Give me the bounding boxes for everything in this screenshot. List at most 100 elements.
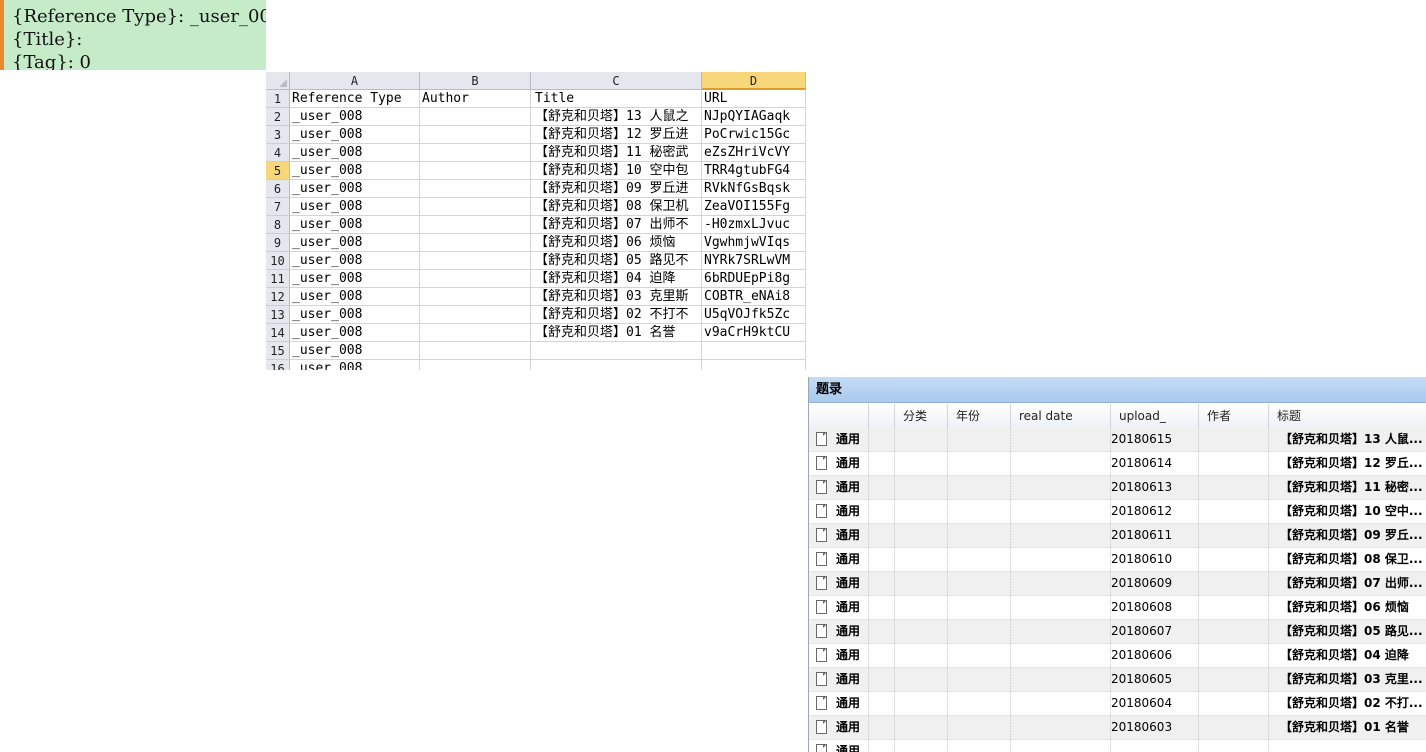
cell-reference-type[interactable]: _user_008 bbox=[290, 306, 420, 324]
cell-title[interactable]: 【舒克和贝塔】02 不打不 bbox=[531, 306, 702, 324]
cell-url[interactable]: ZeaVOI155Fg bbox=[702, 198, 806, 216]
cell-url[interactable]: 6bRDUEpPi8g bbox=[702, 270, 806, 288]
cell-author[interactable] bbox=[420, 306, 531, 324]
reference-row[interactable]: 通用 20180604 【舒克和贝塔】02 不打... bbox=[809, 692, 1426, 716]
cell-reference-type[interactable]: _user_008 bbox=[290, 216, 420, 234]
reference-row[interactable]: 通用 bbox=[809, 740, 1426, 752]
column-header-b[interactable]: B bbox=[420, 72, 531, 90]
reference-row[interactable]: 通用 20180615 【舒克和贝塔】13 人鼠... bbox=[809, 428, 1426, 452]
cell-reference-type[interactable]: _user_008 bbox=[290, 180, 420, 198]
reference-row[interactable]: 通用 20180614 【舒克和贝塔】12 罗丘... bbox=[809, 452, 1426, 476]
cell-reference-type[interactable]: _user_008 bbox=[290, 342, 420, 360]
reference-row[interactable]: 通用 20180606 【舒克和贝塔】04 迫降 bbox=[809, 644, 1426, 668]
cell-url[interactable]: VgwhmjwVIqs bbox=[702, 234, 806, 252]
row-number[interactable]: 10 bbox=[266, 252, 290, 270]
cell-url[interactable]: NYRk7SRLwVM bbox=[702, 252, 806, 270]
header-title[interactable]: 标题 bbox=[1269, 404, 1426, 428]
spreadsheet-grid[interactable]: A B C D 1 Reference Type Author Title UR… bbox=[266, 72, 806, 370]
cell-author[interactable] bbox=[420, 126, 531, 144]
row-number[interactable]: 8 bbox=[266, 216, 290, 234]
cell-reference-type[interactable]: _user_008 bbox=[290, 270, 420, 288]
reference-row[interactable]: 通用 20180607 【舒克和贝塔】05 路见... bbox=[809, 620, 1426, 644]
header-type[interactable] bbox=[809, 404, 869, 428]
cell-author[interactable] bbox=[420, 360, 531, 370]
cell-title[interactable] bbox=[531, 360, 702, 370]
cell-title[interactable]: 【舒克和贝塔】06 烦恼 bbox=[531, 234, 702, 252]
reference-row[interactable]: 通用 20180613 【舒克和贝塔】11 秘密... bbox=[809, 476, 1426, 500]
cell-author[interactable] bbox=[420, 342, 531, 360]
header-real-date[interactable]: real date bbox=[1011, 404, 1111, 428]
cell-author[interactable] bbox=[420, 144, 531, 162]
row-number[interactable]: 4 bbox=[266, 144, 290, 162]
cell-reference-type[interactable]: _user_008 bbox=[290, 144, 420, 162]
cell-title-header[interactable]: Title bbox=[531, 90, 702, 108]
row-number[interactable]: 9 bbox=[266, 234, 290, 252]
cell-reference-type[interactable]: _user_008 bbox=[290, 252, 420, 270]
cell-url[interactable]: v9aCrH9ktCU bbox=[702, 324, 806, 342]
cell-url[interactable] bbox=[702, 342, 806, 360]
column-header-d[interactable]: D bbox=[702, 72, 806, 90]
cell-author[interactable] bbox=[420, 288, 531, 306]
cell-title[interactable]: 【舒克和贝塔】08 保卫机 bbox=[531, 198, 702, 216]
reference-row[interactable]: 通用 20180603 【舒克和贝塔】01 名誉 bbox=[809, 716, 1426, 740]
header-category[interactable]: 分类 bbox=[895, 404, 948, 428]
row-number[interactable]: 1 bbox=[266, 90, 290, 108]
row-number[interactable]: 5 bbox=[266, 162, 290, 180]
reference-row[interactable]: 通用 20180609 【舒克和贝塔】07 出师... bbox=[809, 572, 1426, 596]
row-number[interactable]: 16 bbox=[266, 360, 290, 370]
cell-url[interactable]: RVkNfGsBqsk bbox=[702, 180, 806, 198]
cell-reference-type[interactable]: _user_008 bbox=[290, 360, 420, 370]
cell-title[interactable]: 【舒克和贝塔】10 空中包 bbox=[531, 162, 702, 180]
reference-row[interactable]: 通用 20180608 【舒克和贝塔】06 烦恼 bbox=[809, 596, 1426, 620]
cell-title[interactable]: 【舒克和贝塔】07 出师不 bbox=[531, 216, 702, 234]
cell-url[interactable]: eZsZHriVcVY bbox=[702, 144, 806, 162]
row-number[interactable]: 15 bbox=[266, 342, 290, 360]
row-number[interactable]: 11 bbox=[266, 270, 290, 288]
select-all-corner[interactable] bbox=[266, 72, 290, 90]
row-number[interactable]: 3 bbox=[266, 126, 290, 144]
cell-author[interactable] bbox=[420, 324, 531, 342]
cell-title[interactable]: 【舒克和贝塔】04 迫降 bbox=[531, 270, 702, 288]
cell-author[interactable] bbox=[420, 252, 531, 270]
cell-url[interactable]: PoCrwic15Gc bbox=[702, 126, 806, 144]
cell-reference-type[interactable]: _user_008 bbox=[290, 234, 420, 252]
cell-url[interactable] bbox=[702, 360, 806, 370]
reference-row[interactable]: 通用 20180611 【舒克和贝塔】09 罗丘... bbox=[809, 524, 1426, 548]
cell-title[interactable]: 【舒克和贝塔】13 人鼠之 bbox=[531, 108, 702, 126]
cell-reference-type[interactable]: _user_008 bbox=[290, 108, 420, 126]
cell-url[interactable]: -H0zmxLJvuc bbox=[702, 216, 806, 234]
cell-author[interactable] bbox=[420, 198, 531, 216]
header-upload[interactable]: upload_ bbox=[1111, 404, 1199, 428]
reference-row[interactable]: 通用 20180605 【舒克和贝塔】03 克里... bbox=[809, 668, 1426, 692]
template-text-box[interactable]: {Reference Type}: _user_008 {Title}: {Ta… bbox=[0, 0, 266, 70]
row-number[interactable]: 7 bbox=[266, 198, 290, 216]
cell-reference-type[interactable]: _user_008 bbox=[290, 198, 420, 216]
cell-title[interactable]: 【舒克和贝塔】11 秘密武 bbox=[531, 144, 702, 162]
cell-author[interactable] bbox=[420, 162, 531, 180]
cell-reference-type[interactable]: _user_008 bbox=[290, 324, 420, 342]
header-flag[interactable] bbox=[869, 404, 895, 428]
row-number[interactable]: 14 bbox=[266, 324, 290, 342]
cell-title[interactable] bbox=[531, 342, 702, 360]
cell-author[interactable] bbox=[420, 270, 531, 288]
cell-author[interactable] bbox=[420, 216, 531, 234]
row-number[interactable]: 13 bbox=[266, 306, 290, 324]
cell-title[interactable]: 【舒克和贝塔】01 名誉 bbox=[531, 324, 702, 342]
cell-reference-type-header[interactable]: Reference Type bbox=[290, 90, 420, 108]
cell-author[interactable] bbox=[420, 108, 531, 126]
header-author[interactable]: 作者 bbox=[1199, 404, 1269, 428]
column-header-a[interactable]: A bbox=[290, 72, 420, 90]
cell-url[interactable]: U5qVOJfk5Zc bbox=[702, 306, 806, 324]
cell-author[interactable] bbox=[420, 234, 531, 252]
cell-title[interactable]: 【舒克和贝塔】09 罗丘进 bbox=[531, 180, 702, 198]
cell-reference-type[interactable]: _user_008 bbox=[290, 126, 420, 144]
reference-row[interactable]: 通用 20180610 【舒克和贝塔】08 保卫... bbox=[809, 548, 1426, 572]
cell-author-header[interactable]: Author bbox=[420, 90, 531, 108]
cell-title[interactable]: 【舒克和贝塔】05 路见不 bbox=[531, 252, 702, 270]
reference-row[interactable]: 通用 20180612 【舒克和贝塔】10 空中... bbox=[809, 500, 1426, 524]
row-number[interactable]: 12 bbox=[266, 288, 290, 306]
cell-url[interactable]: NJpQYIAGaqk bbox=[702, 108, 806, 126]
cell-reference-type[interactable]: _user_008 bbox=[290, 162, 420, 180]
cell-reference-type[interactable]: _user_008 bbox=[290, 288, 420, 306]
header-year[interactable]: 年份 bbox=[948, 404, 1011, 428]
